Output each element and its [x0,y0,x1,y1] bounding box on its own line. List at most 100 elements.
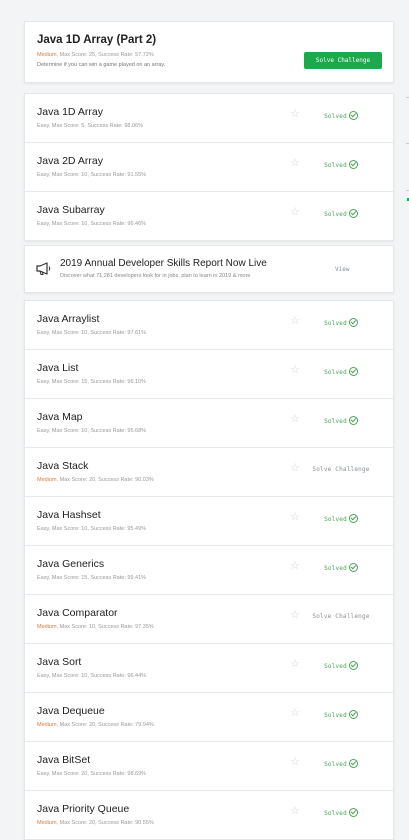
challenge-meta: Medium, Max Score: 10, Success Rate: 97.… [37,624,154,630]
solved-status[interactable]: Solved [301,514,381,524]
star-icon[interactable]: ☆ [290,463,300,474]
challenge-row[interactable]: Java Hashset Easy, Max Score: 10, Success… [25,497,393,546]
star-icon[interactable]: ☆ [290,158,300,169]
solved-status[interactable]: Solved [301,808,381,818]
promo-card[interactable]: 2019 Annual Developer Skills Report Now … [24,245,394,293]
challenge-title[interactable]: Java Hashset [37,509,101,521]
challenge-title[interactable]: Java Subarray [37,204,105,216]
solved-status[interactable]: Solved [301,318,381,328]
status-label: Solved [324,113,347,120]
star-icon[interactable]: ☆ [290,659,300,670]
solved-status[interactable]: Solved [301,160,381,170]
difficulty-label: Medium [37,820,57,826]
check-circle-icon [348,111,358,120]
challenge-title[interactable]: Java BitSet [37,754,90,766]
solved-status[interactable]: Solved [301,710,381,720]
challenge-meta: Medium, Max Score: 20, Success Rate: 79.… [37,722,154,728]
challenge-title[interactable]: Java Priority Queue [37,803,129,815]
score-rate: , Max Score: 20, Success Rate: 90.55% [56,820,154,826]
star-icon[interactable]: ☆ [290,806,300,817]
challenge-row[interactable]: Java Sort Easy, Max Score: 10, Success Ra… [25,644,393,693]
challenge-meta: Medium, Max Score: 25, Success Rate: 57.… [37,52,154,58]
status-label: Solve Challenge [312,613,370,620]
promo-title[interactable]: 2019 Annual Developer Skills Report Now … [60,258,267,269]
challenge-title[interactable]: Java 2D Array [37,155,103,167]
check-circle-icon [348,808,358,817]
check-circle-icon [348,710,358,719]
challenge-title[interactable]: Java 1D Array (Part 2) [37,34,156,46]
star-icon[interactable]: ☆ [290,316,300,327]
solved-status[interactable]: Solved [301,563,381,573]
solved-status[interactable]: Solved [301,209,381,219]
status-label: Solved [324,663,347,670]
challenge-meta: Easy, Max Score: 20, Success Rate: 98.69… [37,771,146,777]
challenge-meta: Easy, Max Score: 10, Success Rate: 96.46… [37,221,146,227]
challenge-row[interactable]: Java Generics Easy, Max Score: 15, Succes… [25,546,393,595]
featured-challenge-card[interactable]: Java 1D Array (Part 2) Medium, Max Score… [24,21,394,83]
challenge-meta: Medium, Max Score: 20, Success Rate: 90.… [37,477,154,483]
star-icon[interactable]: ☆ [290,561,300,572]
challenge-list-group-2: Java Arraylist Easy, Max Score: 10, Succe… [24,300,394,840]
check-circle-icon [348,416,358,425]
star-icon[interactable]: ☆ [290,610,300,621]
challenge-row[interactable]: Java Priority Queue Medium, Max Score: 20… [25,791,393,839]
star-icon[interactable]: ☆ [290,365,300,376]
solved-status[interactable]: Solved [301,759,381,769]
challenge-row[interactable]: Java 1D Array Easy, Max Score: 5, Success… [25,94,393,143]
star-icon[interactable]: ☆ [290,512,300,523]
challenge-row[interactable]: Java Subarray Easy, Max Score: 10, Succes… [25,192,393,240]
challenge-row[interactable]: Java Arraylist Easy, Max Score: 10, Succe… [25,301,393,350]
challenge-title[interactable]: Java Arraylist [37,313,99,325]
score-rate: , Max Score: 15, Success Rate: 99.41% [48,575,147,581]
challenge-meta: Easy, Max Score: 10, Success Rate: 96.44… [37,673,146,679]
challenge-row[interactable]: Java Map Easy, Max Score: 10, Success Rat… [25,399,393,448]
star-icon[interactable]: ☆ [290,414,300,425]
solve-challenge-link[interactable]: Solve Challenge [301,466,381,473]
megaphone-icon [36,262,51,275]
challenge-title[interactable]: Java List [37,362,78,374]
challenge-meta: Easy, Max Score: 15, Success Rate: 96.10… [37,379,146,385]
promo-view-link[interactable]: View [335,266,349,273]
challenge-title[interactable]: Java Comparator [37,607,118,619]
challenge-row[interactable]: Java Dequeue Medium, Max Score: 20, Succe… [25,693,393,742]
challenge-title[interactable]: Java Dequeue [37,705,105,717]
challenge-title[interactable]: Java Stack [37,460,88,472]
challenge-title[interactable]: Java Generics [37,558,104,570]
challenge-title[interactable]: Java Sort [37,656,81,668]
status-label: Solved [324,810,347,817]
star-icon[interactable]: ☆ [290,757,300,768]
challenge-meta: Easy, Max Score: 5, Success Rate: 98.06% [37,123,143,129]
difficulty-label: Medium [37,477,57,483]
challenge-row[interactable]: Java Stack Medium, Max Score: 20, Success… [25,448,393,497]
status-label: Solved [324,761,347,768]
difficulty-label: Easy [37,330,49,336]
difficulty-label: Medium [37,722,57,728]
challenge-row[interactable]: Java BitSet Easy, Max Score: 20, Success … [25,742,393,791]
star-icon[interactable]: ☆ [290,207,300,218]
solved-status[interactable]: Solved [301,367,381,377]
challenge-row[interactable]: Java List Easy, Max Score: 15, Success Ra… [25,350,393,399]
challenge-row[interactable]: Java 2D Array Easy, Max Score: 10, Succes… [25,143,393,192]
challenge-title[interactable]: Java 1D Array [37,106,103,118]
difficulty-label: Easy [37,526,49,532]
check-circle-icon [348,563,358,572]
star-icon[interactable]: ☆ [290,708,300,719]
check-circle-icon [348,759,358,768]
status-label: Solved [324,418,347,425]
difficulty-label: Easy [37,771,49,777]
challenge-row[interactable]: Java Comparator Medium, Max Score: 10, Su… [25,595,393,644]
solved-status[interactable]: Solved [301,111,381,121]
solve-challenge-button[interactable]: Solve Challenge [304,52,382,69]
score-rate: , Max Score: 20, Success Rate: 98.69% [48,771,147,777]
solved-status[interactable]: Solved [301,661,381,671]
solve-challenge-link[interactable]: Solve Challenge [301,613,381,620]
star-icon[interactable]: ☆ [290,109,300,120]
score-rate: , Max Score: 10, Success Rate: 96.46% [48,221,147,227]
difficulty-label: Medium [37,52,57,58]
difficulty-label: Easy [37,123,49,129]
score-rate: , Max Score: 10, Success Rate: 91.55% [48,172,147,178]
challenge-title[interactable]: Java Map [37,411,83,423]
solved-status[interactable]: Solved [301,416,381,426]
challenge-meta: Easy, Max Score: 15, Success Rate: 99.41… [37,575,146,581]
status-label: Solved [324,516,347,523]
